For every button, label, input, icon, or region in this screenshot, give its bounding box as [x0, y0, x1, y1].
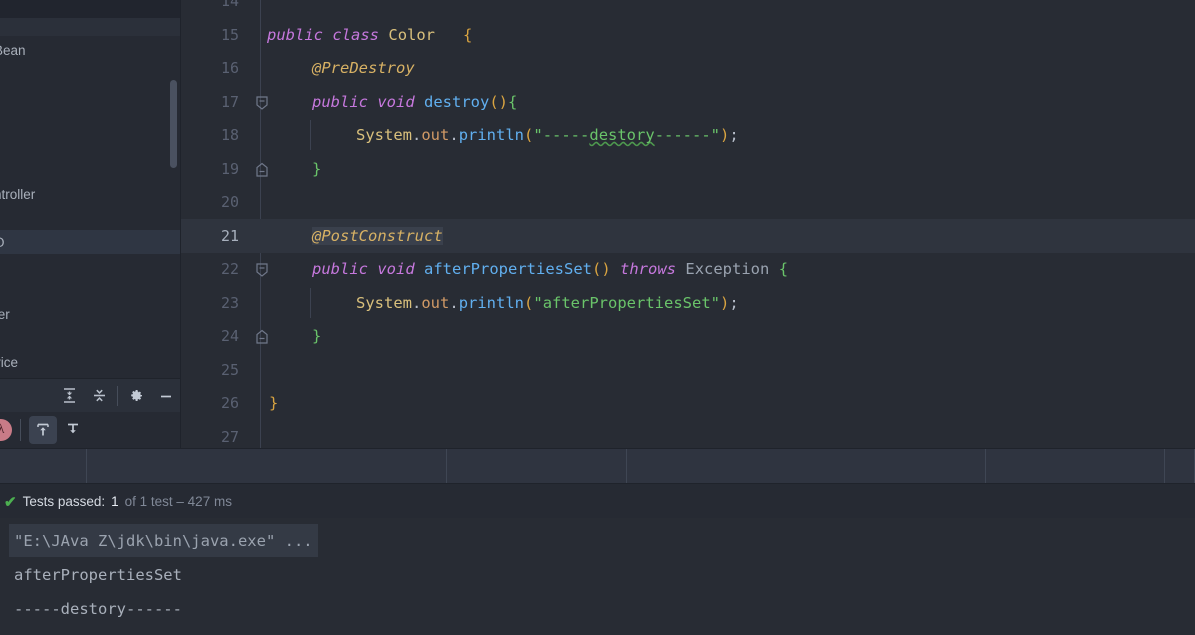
fold-collapse-icon[interactable]: [255, 262, 269, 277]
console-output-line: afterPropertiesSet: [14, 565, 182, 584]
code-text: }: [269, 393, 279, 412]
status-detail: of 1 test – 427 ms: [124, 494, 232, 509]
tree-item-label: vice: [0, 354, 19, 370]
editor-line[interactable]: 24 }: [181, 319, 1195, 353]
line-number: 21: [220, 226, 239, 245]
editor-line[interactable]: 20: [181, 185, 1195, 219]
line-number: 17: [220, 92, 239, 111]
editor-line-current[interactable]: 21 @PostConstruct: [181, 219, 1195, 253]
code-text: System.out.println("afterPropertiesSet")…: [356, 293, 739, 312]
tree-item-service[interactable]: vice: [0, 350, 180, 374]
ide-window: Bean ntroller O ter vice: [0, 0, 1195, 635]
tree-item-label: O: [0, 235, 5, 250]
console-command-line: "E:\JAva Z\jdk\bin\java.exe" ...: [9, 524, 318, 557]
status-count: 1: [111, 494, 119, 509]
code-editor[interactable]: 14 15 public class Color { 16 @PreDestro…: [181, 0, 1195, 448]
line-number: 19: [220, 159, 239, 178]
minimize-icon[interactable]: [151, 383, 180, 409]
test-tree-panel: Bean ntroller O ter vice: [0, 0, 181, 448]
line-number: 24: [220, 326, 239, 345]
tree-item-label: ntroller: [0, 186, 36, 202]
column-header-strip: [0, 448, 1195, 484]
tree-item-filter[interactable]: ter: [0, 302, 180, 326]
line-number: 15: [220, 25, 239, 44]
console-output-line: -----destory------: [14, 599, 182, 618]
line-number: 16: [220, 58, 239, 77]
tree-item-bean[interactable]: Bean: [0, 38, 180, 62]
panel-sub-bar: [0, 18, 180, 36]
run-console[interactable]: "E:\JAva Z\jdk\bin\java.exe" ... afterPr…: [0, 518, 1195, 635]
editor-line[interactable]: 17 public void destroy(){: [181, 85, 1195, 119]
collapse-all-icon[interactable]: [84, 383, 114, 409]
code-text: @PreDestroy: [312, 58, 415, 77]
column-cell[interactable]: [87, 449, 447, 483]
column-cell[interactable]: [447, 449, 627, 483]
line-number: 26: [220, 393, 239, 412]
tree-item-controller[interactable]: ntroller: [0, 182, 180, 206]
tree-item-label: Bean: [0, 42, 26, 58]
editor-line[interactable]: 22 public void afterPropertiesSet() thro…: [181, 252, 1195, 286]
editor-line[interactable]: 25: [181, 353, 1195, 387]
line-number: 20: [220, 192, 239, 211]
editor-line[interactable]: 15 public class Color {: [181, 18, 1195, 52]
code-text: }: [312, 159, 322, 178]
editor-line[interactable]: 18 System.out.println("-----destory-----…: [181, 118, 1195, 152]
fold-collapse-icon[interactable]: [255, 95, 269, 110]
indent-guide: [310, 120, 311, 150]
tree-container[interactable]: Bean ntroller O ter vice: [0, 36, 180, 378]
line-number: 25: [220, 360, 239, 379]
check-icon: ✔: [4, 493, 17, 511]
tree-item-dao[interactable]: O: [0, 230, 180, 254]
toolbar2-separator: [20, 419, 21, 441]
scroll-to-top-icon[interactable]: [29, 416, 57, 444]
tree-item-label: ter: [0, 306, 10, 322]
line-number: 18: [220, 125, 239, 144]
panel-top-bar: [0, 0, 180, 18]
code-text: public void destroy(){: [312, 92, 518, 111]
code-text: System.out.println("-----destory------")…: [356, 125, 739, 144]
tree-toolbar: [0, 378, 180, 412]
line-number: 14: [220, 0, 239, 10]
indent-guide: [310, 288, 311, 318]
code-text: }: [312, 326, 322, 345]
fold-end-icon[interactable]: [255, 162, 269, 177]
editor-line[interactable]: 23 System.out.println("afterPropertiesSe…: [181, 286, 1195, 320]
toolbar-separator: [117, 385, 118, 406]
editor-line[interactable]: 16 @PreDestroy: [181, 51, 1195, 85]
code-text: public void afterPropertiesSet() throws …: [312, 259, 789, 278]
test-status-bar: ✔ Tests passed: 1 of 1 test – 427 ms: [0, 485, 1195, 518]
editor-line[interactable]: 26 }: [181, 386, 1195, 420]
status-label: Tests passed:: [22, 494, 106, 509]
gear-icon[interactable]: [121, 383, 151, 409]
line-number: 27: [220, 427, 239, 446]
expand-all-icon[interactable]: [54, 383, 84, 409]
line-number: 23: [220, 293, 239, 312]
editor-line[interactable]: 19 }: [181, 152, 1195, 186]
column-cell[interactable]: [986, 449, 1165, 483]
code-text: @PostConstruct: [312, 226, 443, 245]
editor-line[interactable]: 14: [181, 0, 1195, 18]
test-run-toolbar: λ: [0, 412, 180, 448]
fold-end-icon[interactable]: [255, 329, 269, 344]
scroll-to-bottom-icon[interactable]: [59, 416, 87, 444]
tree-scrollbar-thumb[interactable]: [170, 80, 177, 168]
column-cell[interactable]: [0, 449, 87, 483]
line-number: 22: [220, 259, 239, 278]
column-cell[interactable]: [627, 449, 986, 483]
column-cell[interactable]: [1165, 449, 1195, 483]
lambda-icon[interactable]: λ: [0, 419, 12, 441]
code-text: public class Color {: [267, 25, 473, 44]
